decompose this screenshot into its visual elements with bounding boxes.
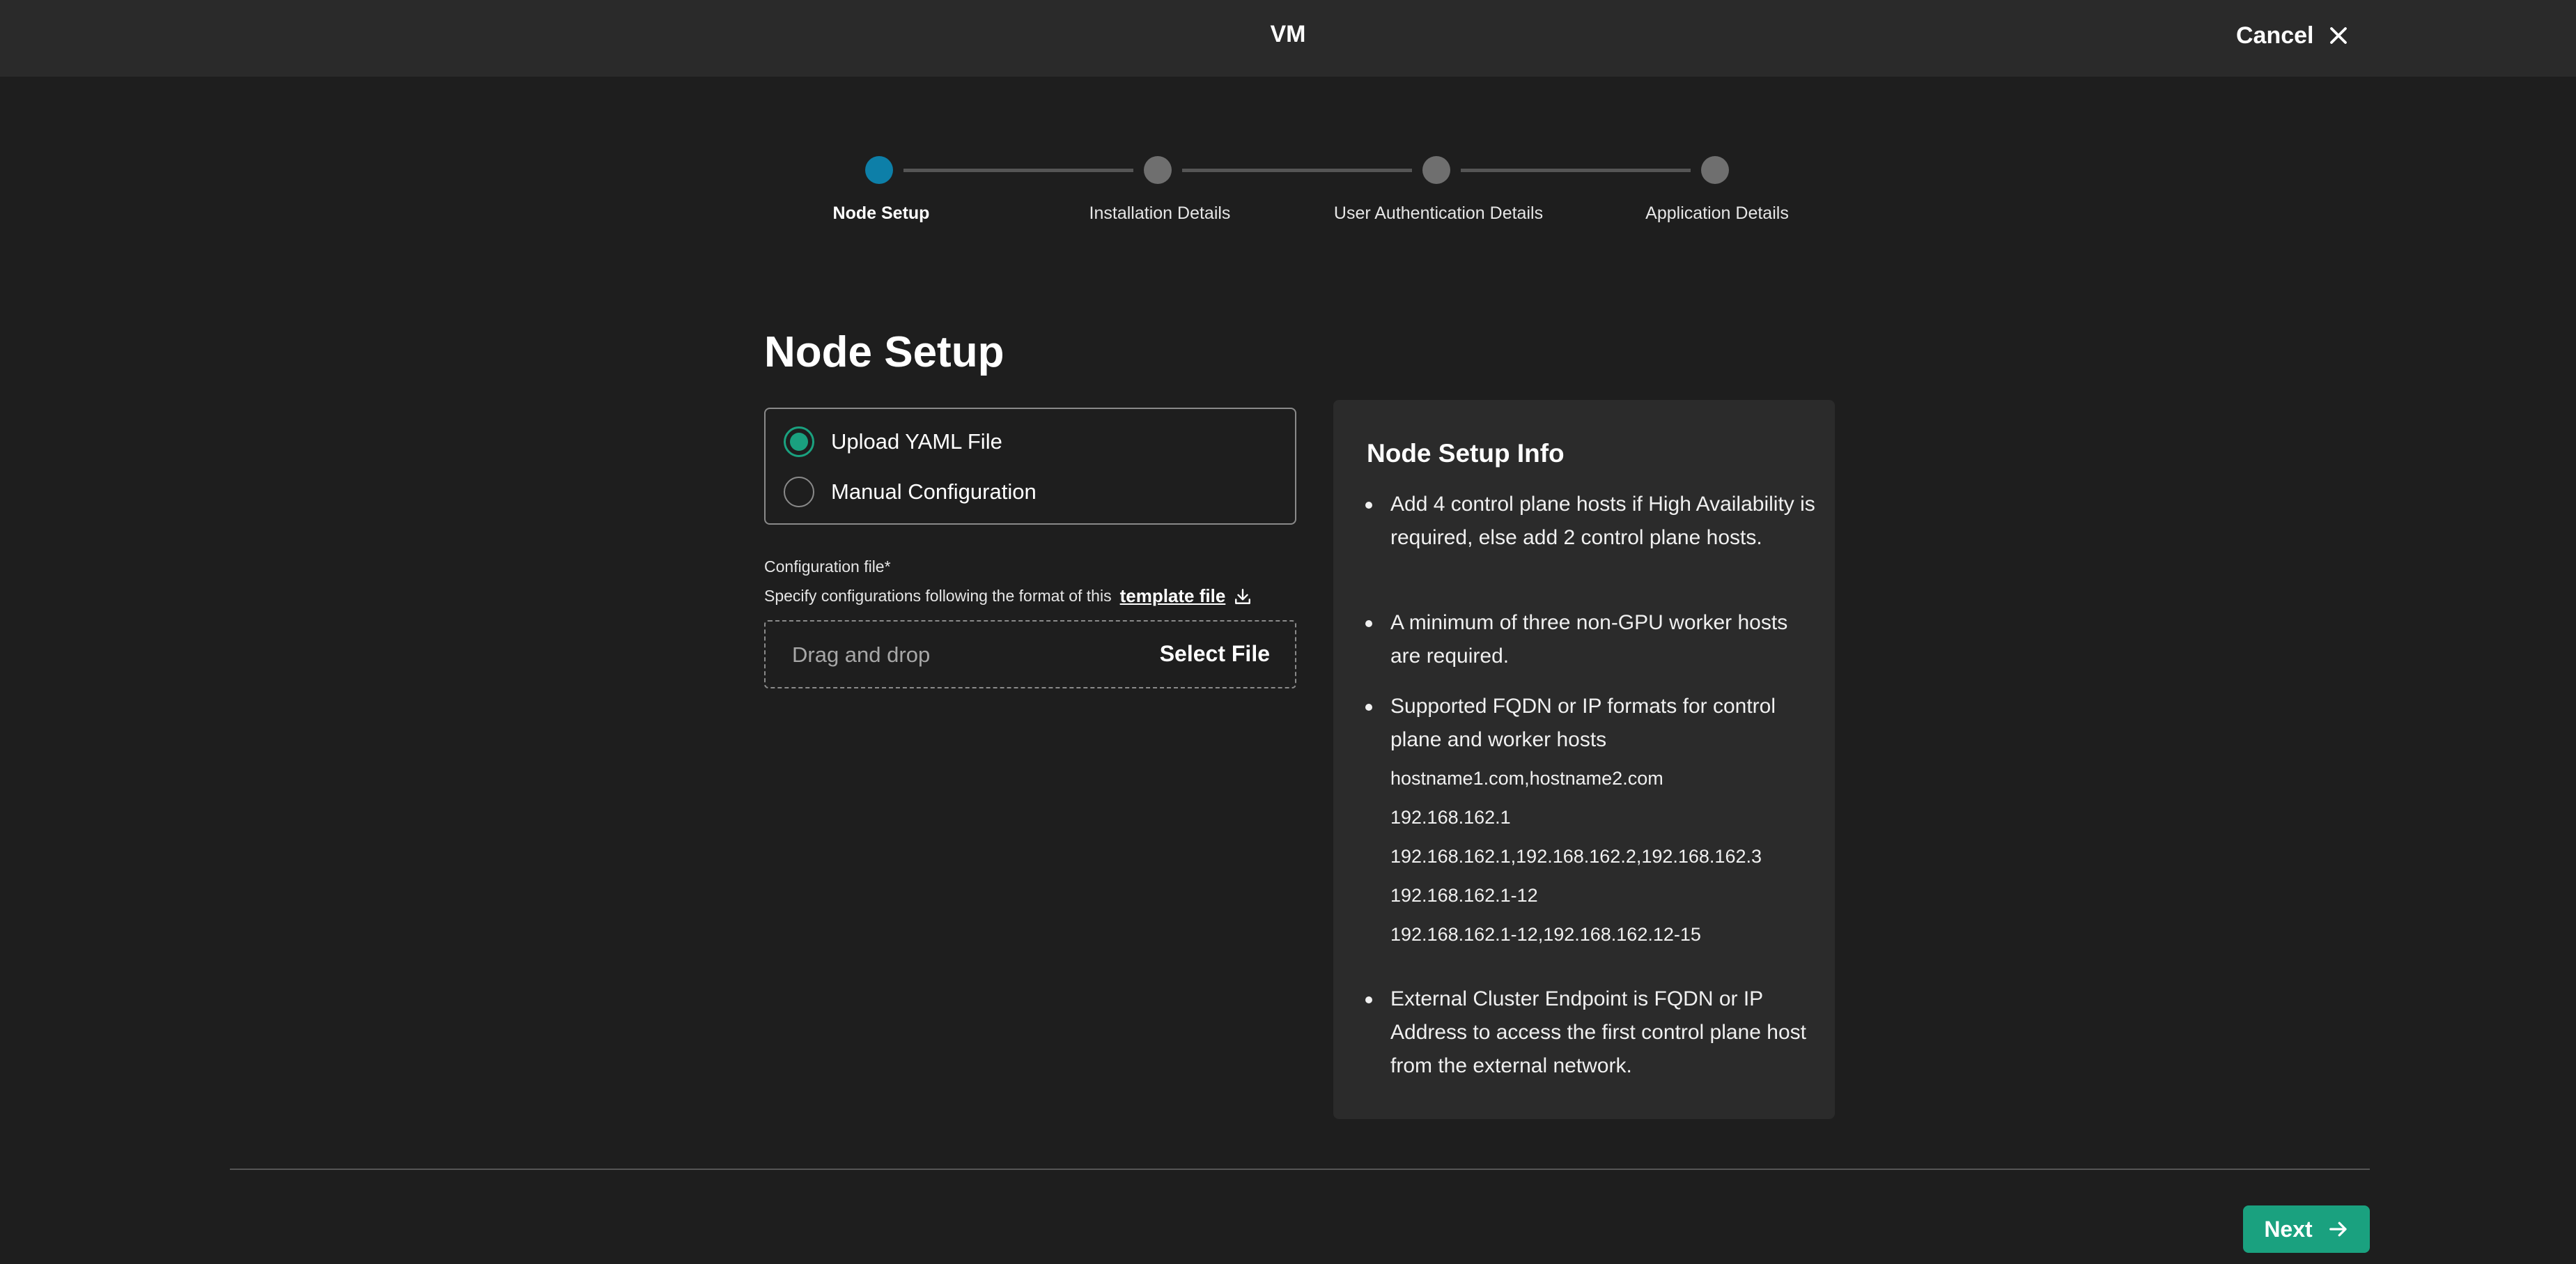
template-file-link[interactable]: template file	[1120, 585, 1252, 607]
step-connector	[1182, 169, 1412, 172]
configuration-help-text: Specify configurations following the for…	[764, 585, 1252, 607]
format-example: 192.168.162.1	[1390, 807, 1511, 828]
step-label-application-details: Application Details	[1645, 203, 1789, 223]
step-label-node-setup: Node Setup	[832, 203, 930, 223]
step-dot-application-details	[1701, 156, 1729, 184]
step-dot-user-authentication-details	[1422, 156, 1450, 184]
next-button-label: Next	[2264, 1216, 2313, 1242]
info-panel-title: Node Setup Info	[1367, 439, 1565, 468]
template-file-link-text: template file	[1119, 585, 1226, 606]
info-bullet: A minimum of three non-GPU worker hosts …	[1365, 606, 1822, 673]
radio-manual-configuration[interactable]: Manual Configuration	[784, 475, 1037, 509]
step-connector	[903, 169, 1133, 172]
step-label-user-authentication-details: User Authentication Details	[1333, 203, 1544, 223]
next-button[interactable]: Next	[2243, 1205, 2370, 1253]
file-dropzone[interactable]: Drag and drop Select File	[764, 620, 1296, 688]
step-dot-installation-details	[1144, 156, 1172, 184]
info-bullet: External Cluster Endpoint is FQDN or IP …	[1365, 982, 1822, 1083]
radio-manual-configuration-label: Manual Configuration	[831, 479, 1037, 504]
arrow-right-icon	[2329, 1221, 2347, 1237]
dropzone-placeholder: Drag and drop	[792, 642, 931, 667]
select-file-button[interactable]: Select File	[1160, 641, 1270, 667]
footer-divider	[230, 1169, 2370, 1170]
radio-unchecked-icon[interactable]	[784, 477, 814, 507]
format-example: 192.168.162.1,192.168.162.2,192.168.162.…	[1390, 846, 1762, 867]
format-example: 192.168.162.1-12	[1390, 885, 1538, 906]
format-example: hostname1.com,hostname2.com	[1390, 768, 1663, 789]
radio-upload-yaml-label: Upload YAML File	[831, 429, 1002, 454]
configuration-file-label: Configuration file*	[764, 557, 891, 576]
setup-method-radio-group: Upload YAML File Manual Configuration	[764, 408, 1296, 525]
step-dot-node-setup	[865, 156, 893, 184]
step-label-installation-details: Installation Details	[1089, 203, 1231, 223]
configuration-help-label: Specify configurations following the for…	[764, 587, 1112, 605]
step-connector	[1461, 169, 1691, 172]
page-title: Node Setup	[764, 328, 1004, 376]
radio-upload-yaml[interactable]: Upload YAML File	[784, 424, 1002, 459]
download-icon	[1235, 588, 1251, 604]
radio-checked-icon[interactable]	[784, 426, 814, 457]
info-bullet: Add 4 control plane hosts if High Availa…	[1365, 488, 1822, 555]
progress-stepper: Node Setup Installation Details User Aut…	[0, 0, 2576, 237]
node-setup-info-panel: Node Setup Info Add 4 control plane host…	[1333, 400, 1835, 1119]
info-bullet: Supported FQDN or IP formats for control…	[1365, 690, 1822, 757]
format-example: 192.168.162.1-12,192.168.162.12-15	[1390, 924, 1701, 945]
